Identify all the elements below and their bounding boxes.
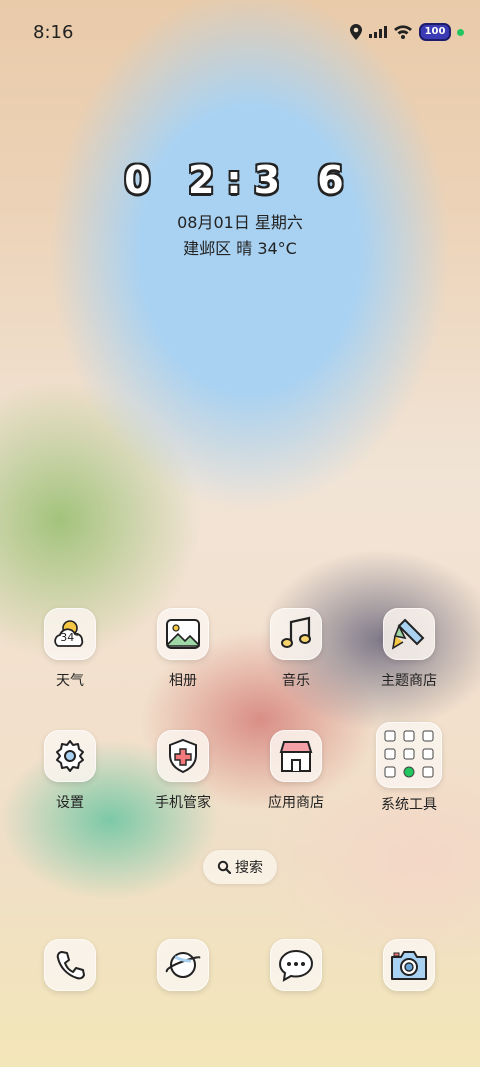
dock-messages[interactable] — [241, 939, 351, 991]
clock-date: 08月01日 星期六 — [177, 213, 303, 232]
battery-indicator: 100 — [419, 23, 451, 41]
browser-icon — [157, 939, 209, 991]
camera-icon — [383, 939, 435, 991]
app-weather[interactable]: 34° 天气 — [15, 608, 125, 690]
app-label: 天气 — [56, 673, 84, 689]
app-label: 系统工具 — [381, 797, 437, 813]
gear-icon — [44, 730, 96, 782]
search-icon — [217, 860, 231, 874]
app-system-tools-folder[interactable]: 系统工具 — [354, 722, 464, 814]
clock-time[interactable]: 0 2:3 6 — [0, 158, 480, 202]
status-bar: 8:16 100 — [0, 0, 480, 66]
dock-phone[interactable] — [15, 939, 125, 991]
app-label: 应用商店 — [268, 795, 324, 811]
app-theme-store[interactable]: 主题商店 — [354, 608, 464, 690]
dock-browser[interactable] — [128, 939, 238, 991]
gallery-icon — [157, 608, 209, 660]
app-label: 相册 — [169, 673, 197, 689]
app-settings[interactable]: 设置 — [15, 730, 125, 812]
app-label: 手机管家 — [155, 795, 211, 811]
app-store-icon — [270, 730, 322, 782]
location-icon — [350, 24, 362, 40]
search-label: 搜索 — [235, 860, 263, 876]
dock-camera[interactable] — [354, 939, 464, 991]
app-app-store[interactable]: 应用商店 — [241, 730, 351, 812]
app-label: 设置 — [56, 795, 84, 811]
app-label: 音乐 — [282, 673, 310, 689]
app-label: 主题商店 — [381, 673, 437, 689]
music-icon — [270, 608, 322, 660]
theme-store-icon — [383, 608, 435, 660]
status-icons: 100 — [349, 23, 464, 41]
phone-icon — [44, 939, 96, 991]
search-button[interactable]: 搜索 — [203, 850, 277, 884]
privacy-dot — [457, 28, 464, 36]
weather-icon: 34° — [44, 608, 96, 660]
messages-icon — [270, 939, 322, 991]
app-phone-manager[interactable]: 手机管家 — [128, 730, 238, 812]
status-time: 8:16 — [33, 22, 74, 43]
wifi-icon — [394, 25, 412, 39]
phone-manager-icon — [157, 730, 209, 782]
app-gallery[interactable]: 相册 — [128, 608, 238, 690]
system-tools-folder-icon — [376, 722, 442, 788]
weather-icon-temp: 34° — [60, 631, 80, 644]
app-music[interactable]: 音乐 — [241, 608, 351, 690]
signal-icon — [369, 26, 387, 38]
clock-weather: 建邺区 晴 34°C — [183, 239, 297, 258]
